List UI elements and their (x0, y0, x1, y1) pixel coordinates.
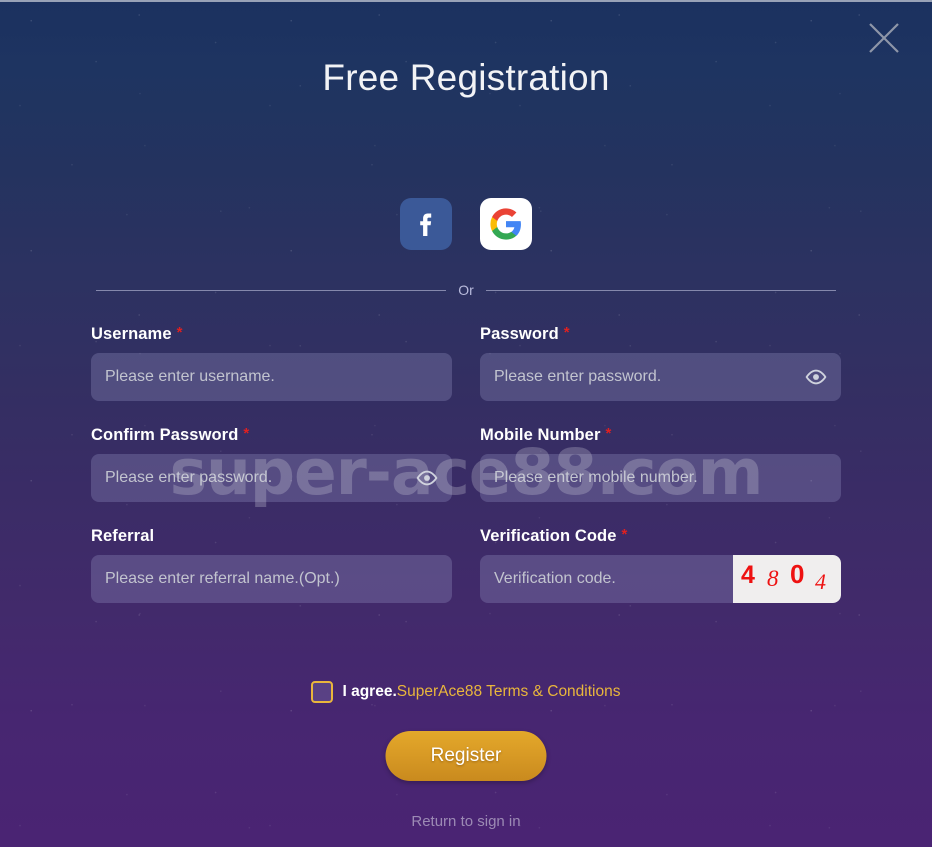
form-row: Username* Password* (91, 324, 841, 401)
mobile-number-input[interactable] (480, 454, 841, 502)
terms-agreement-text: I agree.SuperAce88 Terms & Conditions (342, 683, 620, 701)
google-login-button[interactable] (480, 198, 532, 250)
captcha-digit: 4 (815, 569, 826, 594)
field-username: Username * (91, 324, 452, 401)
label-referral: Referral (91, 527, 155, 545)
label-confirm-password: Confirm Password * (91, 425, 250, 444)
form-row: Confirm Password* Mobile Number* (91, 425, 841, 502)
field-confirm-password: Confirm Password * (91, 425, 452, 502)
terms-link[interactable]: SuperAce88 Terms & Conditions (397, 683, 621, 700)
field-password: Password * (480, 324, 841, 401)
field-verification-code: Verification Code* 4 8 0 4 (480, 526, 841, 603)
return-to-sign-in-link[interactable]: Return to sign in (0, 813, 932, 830)
required-marker: * (176, 324, 183, 341)
social-login-group (0, 198, 932, 250)
required-marker: * (605, 425, 612, 442)
facebook-icon (420, 213, 432, 236)
label-password: Password * (480, 324, 570, 343)
field-referral: Referral (91, 527, 452, 603)
field-mobile-number: Mobile Number * (480, 425, 841, 502)
input-wrapper-confirm-password[interactable] (91, 454, 452, 502)
eye-icon[interactable] (416, 467, 438, 489)
terms-prefix: I agree. (342, 683, 397, 700)
confirm-password-input[interactable] (91, 454, 452, 502)
input-wrapper-password[interactable] (480, 353, 841, 401)
divider-label: Or (458, 282, 474, 298)
captcha-digit: 8 (767, 566, 779, 591)
captcha-digit: 0 (790, 559, 805, 589)
divider-line-right (485, 289, 836, 291)
input-wrapper-verification-code[interactable]: 4 8 0 4 (480, 555, 841, 603)
google-icon (490, 208, 521, 240)
required-marker: * (243, 425, 250, 442)
register-button[interactable]: Register (385, 731, 547, 781)
facebook-login-button[interactable] (400, 198, 452, 250)
captcha-image[interactable]: 4 8 0 4 (733, 555, 841, 603)
registration-page: Free Registration Or Username * Please e… (0, 0, 932, 847)
required-marker: * (621, 526, 628, 543)
verification-code-input[interactable] (480, 555, 733, 603)
close-icon[interactable] (860, 14, 908, 62)
input-wrapper-username[interactable] (91, 353, 452, 401)
label-verification-code: Verification Code * (480, 526, 628, 545)
top-edge-strip (0, 0, 932, 2)
divider-line-left (96, 289, 447, 291)
eye-icon[interactable] (805, 366, 827, 388)
required-marker: * (563, 324, 570, 341)
password-input[interactable] (480, 353, 841, 401)
captcha-digit: 4 (741, 561, 755, 589)
form-row: Referral Verification Code* 4 8 0 4 (91, 526, 841, 603)
registration-form: Username* Password* (91, 324, 841, 628)
username-input[interactable] (91, 353, 452, 401)
label-username: Username * (91, 324, 183, 343)
terms-checkbox[interactable] (311, 681, 334, 703)
or-divider: Or (96, 282, 836, 298)
referral-input[interactable] (91, 555, 452, 603)
terms-agreement-row: I agree.SuperAce88 Terms & Conditions (0, 681, 932, 703)
input-wrapper-mobile-number[interactable] (480, 454, 841, 502)
page-title: Free Registration (322, 57, 610, 98)
input-wrapper-referral[interactable] (91, 555, 452, 603)
label-mobile-number: Mobile Number * (480, 425, 612, 444)
